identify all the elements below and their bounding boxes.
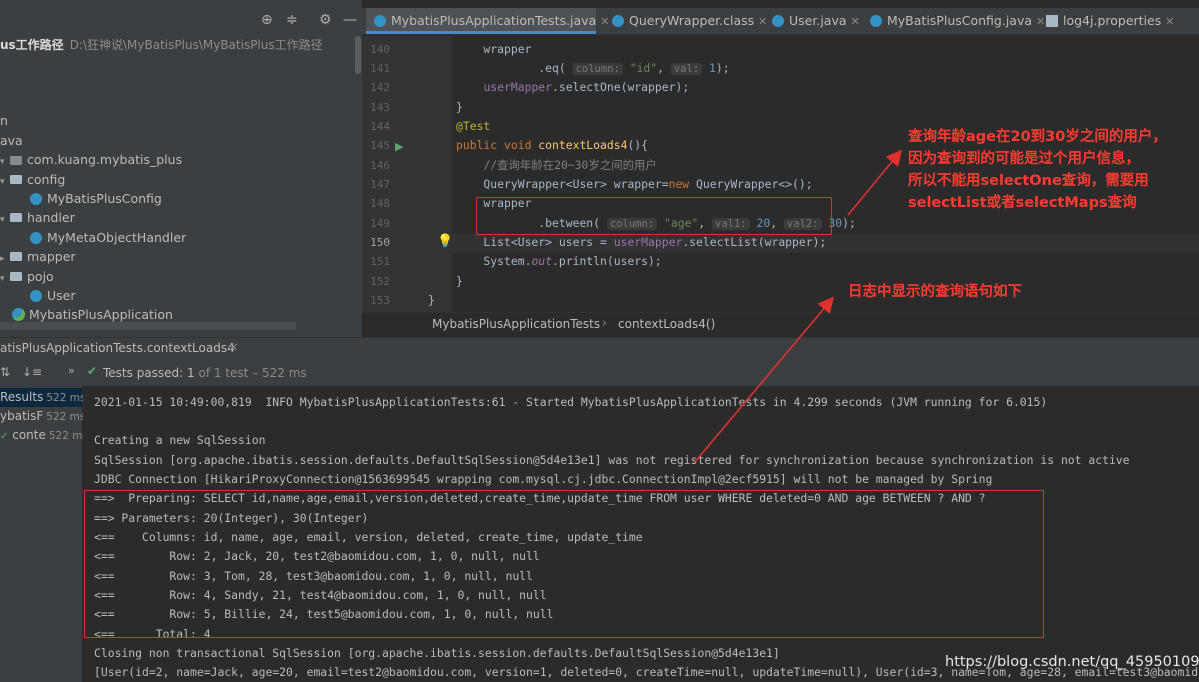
arrow-to-note1	[847, 149, 903, 216]
arrow-to-note2	[693, 296, 835, 464]
watermark: https://blog.csdn.net/qq_45950109	[945, 654, 1199, 670]
annotation-arrows	[693, 149, 903, 464]
